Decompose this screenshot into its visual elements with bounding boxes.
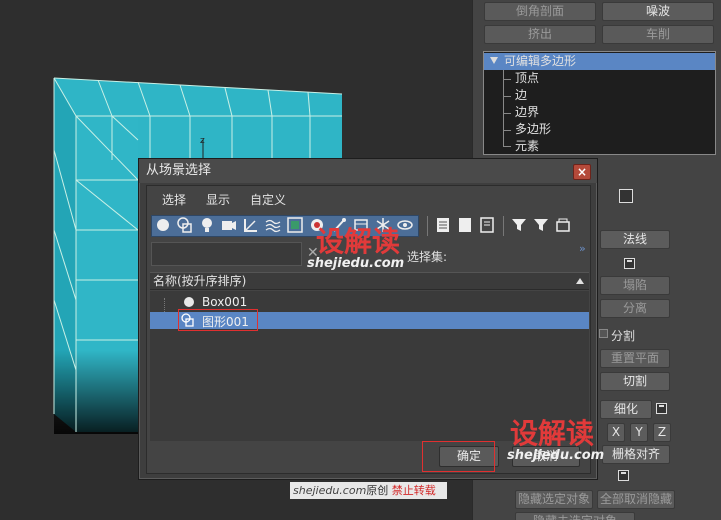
- camera-filter-icon[interactable]: [221, 217, 237, 233]
- stack-item-edge[interactable]: 边: [515, 87, 527, 104]
- stack-item-editable-poly[interactable]: 可编辑多边形: [484, 53, 715, 70]
- stack-item-vertex[interactable]: 顶点: [515, 70, 539, 87]
- watermark-url: shejiedu.com: [507, 448, 605, 463]
- settings-icon[interactable]: [624, 258, 635, 269]
- tree-branch: [503, 79, 511, 80]
- display-invert-icon[interactable]: [479, 217, 495, 233]
- configure-modifier-sets-icon[interactable]: [619, 189, 633, 203]
- stack-item-element[interactable]: 元素: [515, 138, 539, 155]
- name-column-header[interactable]: 名称(按升序排序): [150, 272, 589, 290]
- display-none-icon[interactable]: [457, 217, 473, 233]
- footer-forbid: 禁止转载: [391, 484, 436, 497]
- tree-branch: [503, 130, 511, 131]
- dialog-menubar: 选择 显示 自定义: [147, 186, 590, 211]
- normals-button[interactable]: 法线: [600, 230, 670, 249]
- footer-url: shejiedu.com: [293, 484, 367, 497]
- tree-branch: [503, 96, 511, 97]
- object-name: Box001: [202, 295, 248, 309]
- sphere-icon: [184, 297, 194, 307]
- dialog-title: 从场景选择: [139, 159, 597, 183]
- watermark-url: shejiedu.com: [307, 256, 405, 271]
- helper-filter-icon[interactable]: [243, 217, 259, 233]
- shape-filter-icon[interactable]: [177, 217, 193, 233]
- sort-ascending-icon: [576, 278, 584, 284]
- modifier-stack[interactable]: 可编辑多边形 顶点 边 边界 多边形 元素: [483, 51, 716, 155]
- refine-settings-icon[interactable]: [656, 403, 667, 414]
- light-filter-icon[interactable]: [199, 217, 215, 233]
- stack-item-polygon[interactable]: 多边形: [515, 121, 551, 138]
- watermark-logo: 设解读: [316, 225, 401, 258]
- bevel-profile-button[interactable]: 倒角剖面: [484, 2, 596, 21]
- reset-plane-button[interactable]: 重置平面: [600, 349, 670, 368]
- spacewarp-filter-icon[interactable]: [265, 217, 281, 233]
- collapse-button[interactable]: 塌陷: [600, 276, 670, 295]
- object-shadow: [54, 350, 138, 434]
- highlight-box: [178, 309, 258, 331]
- filter-icon[interactable]: [533, 217, 549, 233]
- noise-button[interactable]: 噪波: [602, 2, 714, 21]
- detach-button[interactable]: 分离: [600, 299, 670, 318]
- geometry-filter-icon[interactable]: [155, 217, 171, 233]
- column-header-label: 名称(按升序排序): [153, 274, 247, 288]
- menu-display[interactable]: 显示: [206, 191, 230, 208]
- svg-text:z: z: [200, 136, 205, 146]
- menu-customize[interactable]: 自定义: [250, 191, 286, 208]
- lathe-button[interactable]: 车削: [602, 25, 714, 44]
- align-y-button[interactable]: Y: [630, 423, 648, 442]
- slice-button[interactable]: 切割: [600, 372, 670, 391]
- menu-select[interactable]: 选择: [162, 191, 186, 208]
- toolbar-separator: [503, 216, 504, 236]
- selection-set-label: 选择集:: [407, 250, 448, 264]
- tree-branch: [503, 146, 511, 147]
- close-icon[interactable]: ×: [573, 164, 591, 180]
- extrude-button[interactable]: 挤出: [484, 25, 596, 44]
- hide-selected-button[interactable]: 隐藏选定对象: [515, 490, 593, 509]
- watermark-logo: 设解读: [510, 417, 595, 450]
- split-checkbox[interactable]: [599, 329, 608, 338]
- toolbar-separator: [427, 216, 428, 236]
- stack-item-border[interactable]: 边界: [515, 104, 539, 121]
- tree-line: [503, 70, 504, 146]
- stack-item-label: 可编辑多边形: [504, 54, 577, 68]
- expand-arrows-icon[interactable]: »: [579, 242, 586, 255]
- unhide-all-button[interactable]: 全部取消隐藏: [597, 490, 675, 509]
- display-all-icon[interactable]: [435, 217, 451, 233]
- tessellate-settings-icon[interactable]: [618, 470, 629, 481]
- sync-selection-icon[interactable]: [555, 217, 571, 233]
- align-z-button[interactable]: Z: [653, 423, 671, 442]
- grid-align-button[interactable]: 栅格对齐: [602, 445, 670, 464]
- filter-toggle-icon[interactable]: [511, 217, 527, 233]
- align-x-button[interactable]: X: [607, 423, 625, 442]
- refine-button[interactable]: 细化: [600, 400, 652, 419]
- tree-branch: [503, 113, 511, 114]
- split-label: 分割: [611, 329, 636, 343]
- expand-triangle-icon[interactable]: [490, 57, 498, 64]
- hide-unselected-button[interactable]: 隐藏未选定对象: [515, 512, 635, 520]
- ok-highlight-box: [422, 441, 495, 472]
- footer-original: 原创: [366, 484, 389, 497]
- name-filter-input[interactable]: [151, 242, 302, 266]
- copyright-note: shejiedu.com原创 禁止转载: [290, 482, 447, 499]
- group-filter-icon[interactable]: [287, 217, 303, 233]
